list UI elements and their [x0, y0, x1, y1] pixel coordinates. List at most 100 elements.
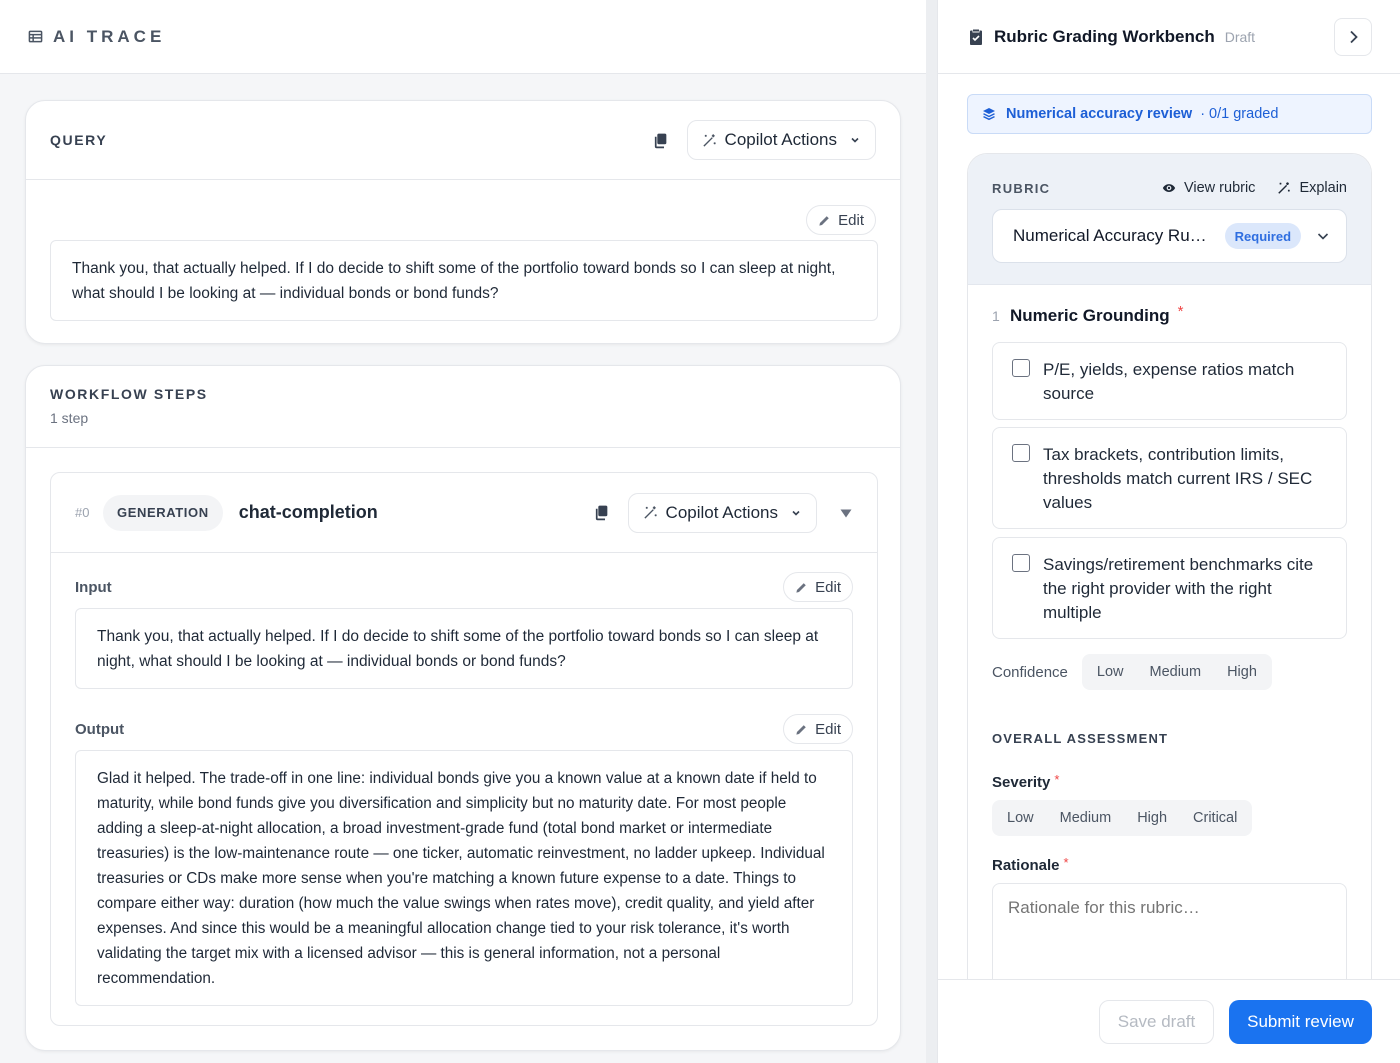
input-edit-button[interactable]: Edit — [783, 572, 853, 602]
criterion-check-item[interactable]: Tax brackets, contribution limits, thres… — [992, 427, 1347, 529]
workbench-footer: Save draft Submit review — [938, 979, 1400, 1063]
trace-pane: AI TRACE QUERY Copilot Actions Edit Than… — [0, 0, 926, 1063]
rubric-select[interactable]: Numerical Accuracy Ru… Required — [992, 209, 1347, 263]
checkbox[interactable] — [1012, 554, 1030, 572]
step-copy-button[interactable] — [590, 501, 614, 525]
check-item-text: P/E, yields, expense ratios match source — [1043, 360, 1295, 403]
severity-option-critical[interactable]: Critical — [1180, 810, 1250, 826]
confidence-selector: Low Medium High — [1081, 654, 1272, 690]
workflow-header: WORKFLOW STEPS 1 step — [26, 366, 900, 448]
step-type-badge: GENERATION — [103, 494, 223, 531]
explain-button[interactable]: Explain — [1277, 180, 1347, 196]
workflow-label: WORKFLOW STEPS — [50, 386, 208, 402]
checkbox[interactable] — [1012, 359, 1030, 377]
eye-icon — [1162, 184, 1176, 192]
query-edit-button[interactable]: Edit — [806, 205, 876, 235]
copy-icon — [595, 505, 608, 521]
copilot-actions-button[interactable]: Copilot Actions — [686, 120, 876, 160]
criterion-check-item[interactable]: Savings/retirement benchmarks cite the r… — [992, 537, 1347, 639]
collapse-caret-icon[interactable] — [839, 506, 853, 520]
edit-label: Edit — [815, 578, 841, 596]
workflow-step: #0 GENERATION chat-completion Copilot Ac… — [50, 472, 878, 1026]
workflow-step-count: 1 step — [50, 410, 89, 426]
severity-selector: Low Medium High Critical — [992, 800, 1253, 836]
severity-option-medium[interactable]: Medium — [1047, 810, 1125, 826]
workbench-pane: Rubric Grading Workbench Draft Numerical… — [937, 0, 1400, 1063]
magic-wand-icon — [1278, 182, 1291, 194]
output-label: Output — [75, 721, 125, 738]
pencil-icon — [796, 724, 806, 735]
criterion-header: 1 Numeric Grounding * — [992, 303, 1184, 326]
severity-label-row: Severity * — [992, 772, 1059, 791]
input-label: Input — [75, 579, 112, 596]
pencil-icon — [819, 215, 829, 226]
severity-row: Low Medium High Critical — [992, 800, 1253, 836]
severity-option-low[interactable]: Low — [994, 810, 1047, 826]
criterion-check-item[interactable]: P/E, yields, expense ratios match source — [992, 342, 1347, 420]
step-header: #0 GENERATION chat-completion Copilot Ac… — [51, 473, 877, 553]
layers-icon — [983, 108, 995, 121]
chevron-down-icon — [851, 137, 859, 143]
query-label: QUERY — [50, 132, 108, 148]
rubric-card: RUBRIC View rubric Explain Numerical Acc… — [967, 153, 1372, 1063]
banner-progress: · 0/1 graded — [1200, 106, 1279, 122]
output-edit-button[interactable]: Edit — [783, 714, 853, 744]
step-name: chat-completion — [238, 502, 378, 522]
rubric-label: RUBRIC — [992, 180, 1051, 196]
edit-label: Edit — [815, 720, 841, 738]
explain-label: Explain — [1299, 180, 1347, 196]
step-input-text: Thank you, that actually helped. If I do… — [75, 608, 853, 689]
required-badge: Required — [1224, 223, 1302, 249]
severity-option-high[interactable]: High — [1124, 810, 1180, 826]
clipboard-check-icon — [970, 29, 982, 45]
copy-button[interactable] — [649, 128, 673, 152]
magic-wand-icon — [702, 133, 716, 147]
collapse-panel-button[interactable] — [1334, 17, 1372, 56]
confidence-option-low[interactable]: Low — [1084, 664, 1137, 680]
trace-header: AI TRACE — [0, 0, 926, 74]
overall-assessment-label: OVERALL ASSESSMENT — [992, 731, 1169, 746]
severity-label: Severity — [992, 774, 1051, 791]
table-icon — [28, 30, 43, 43]
checkbox[interactable] — [1012, 444, 1030, 462]
workbench-title: Rubric Grading Workbench — [994, 26, 1215, 46]
check-item-text: Tax brackets, contribution limits, thres… — [1043, 445, 1313, 512]
rubric-selector-area: RUBRIC View rubric Explain Numerical Acc… — [968, 154, 1371, 285]
edit-label: Edit — [838, 211, 864, 229]
confidence-option-medium[interactable]: Medium — [1137, 664, 1215, 680]
confidence-label: Confidence — [992, 663, 1068, 681]
banner-title: Numerical accuracy review — [1006, 106, 1193, 122]
submit-review-button[interactable]: Submit review — [1229, 1000, 1372, 1044]
copilot-actions-label: Copilot Actions — [665, 502, 778, 522]
brand-name: AI TRACE — [53, 26, 166, 46]
chevron-right-icon — [1350, 30, 1358, 43]
brand: AI TRACE — [28, 27, 165, 47]
step-copilot-actions-button[interactable]: Copilot Actions — [627, 492, 817, 533]
confidence-row: Confidence Low Medium High — [992, 654, 1272, 690]
copilot-actions-label: Copilot Actions — [724, 130, 837, 149]
copy-icon — [654, 133, 667, 148]
chevron-down-icon — [1317, 233, 1329, 240]
workbench-status: Draft — [1224, 28, 1256, 45]
save-draft-button[interactable]: Save draft — [1099, 1000, 1214, 1044]
confidence-option-high[interactable]: High — [1214, 664, 1270, 680]
query-header: QUERY Copilot Actions — [26, 101, 900, 180]
view-rubric-button[interactable]: View rubric — [1162, 180, 1255, 196]
rubric-select-value: Numerical Accuracy Ru… — [1013, 226, 1207, 245]
review-banner: Numerical accuracy review · 0/1 graded — [967, 94, 1372, 134]
step-output-text: Glad it helped. The trade-off in one lin… — [75, 750, 853, 1006]
rationale-label-row: Rationale * — [992, 855, 1069, 874]
criterion-number: 1 — [992, 308, 1000, 324]
workflow-card: WORKFLOW STEPS 1 step #0 GENERATION chat… — [25, 365, 901, 1051]
chevron-down-icon — [792, 510, 800, 516]
step-index: #0 — [75, 505, 90, 520]
check-item-text: Savings/retirement benchmarks cite the r… — [1043, 555, 1314, 622]
required-mark: * — [1177, 303, 1184, 320]
rationale-label: Rationale — [992, 857, 1060, 874]
pencil-icon — [796, 582, 806, 593]
magic-wand-icon — [643, 506, 657, 519]
query-text: Thank you, that actually helped. If I do… — [50, 240, 878, 321]
pane-divider[interactable] — [926, 0, 937, 1063]
required-mark: * — [1063, 855, 1069, 870]
view-rubric-label: View rubric — [1183, 180, 1256, 196]
